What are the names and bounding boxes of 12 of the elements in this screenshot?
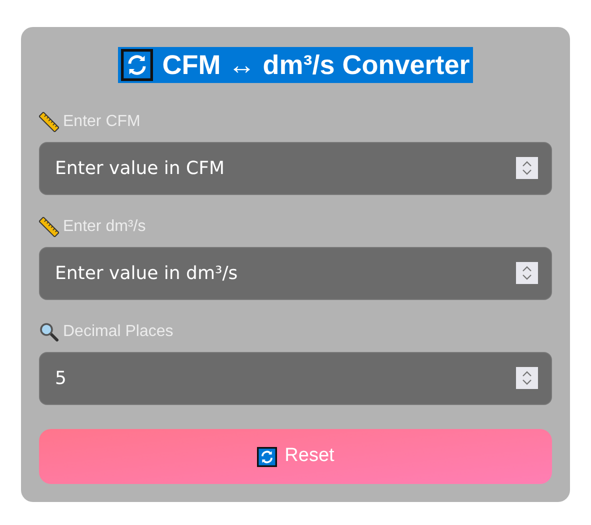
spinner-icon[interactable] <box>516 262 538 284</box>
spinner-icon[interactable] <box>516 367 538 389</box>
magnifier-icon <box>39 322 59 342</box>
number-field[interactable]: 5 <box>39 352 552 405</box>
number-field[interactable]: Enter value in dm³/s <box>39 247 552 300</box>
number-field[interactable]: Enter value in CFM <box>39 142 552 195</box>
field-label: Decimal Places <box>63 322 174 342</box>
title-text: CFM ↔ dm³/s Converter <box>162 48 470 82</box>
spinner-icon[interactable] <box>516 157 538 179</box>
refresh-icon <box>256 446 277 466</box>
field-label: Enter CFM <box>63 112 140 132</box>
field-label: Enter dm³/s <box>63 217 146 237</box>
